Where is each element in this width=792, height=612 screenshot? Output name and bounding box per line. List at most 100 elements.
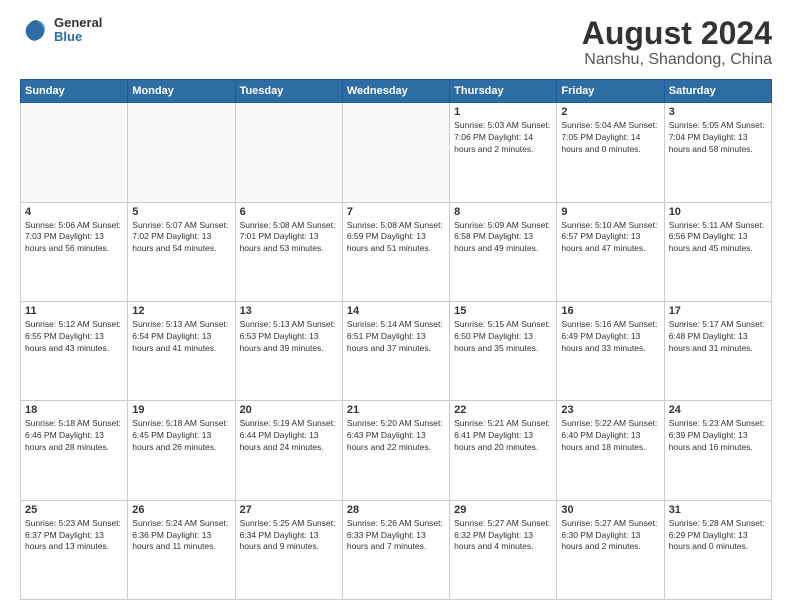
day-number: 25 xyxy=(25,504,123,516)
logo: General Blue xyxy=(20,16,102,45)
day-number: 2 xyxy=(561,106,659,118)
day-info: Sunrise: 5:11 AM Sunset: 6:56 PM Dayligh… xyxy=(669,220,767,256)
day-info: Sunrise: 5:24 AM Sunset: 6:36 PM Dayligh… xyxy=(132,518,230,554)
table-row: 25 Sunrise: 5:23 AM Sunset: 6:37 PM Dayli… xyxy=(21,500,128,599)
day-number: 27 xyxy=(240,504,338,516)
day-info: Sunrise: 5:16 AM Sunset: 6:49 PM Dayligh… xyxy=(561,319,659,355)
col-monday: Monday xyxy=(128,80,235,103)
day-number: 15 xyxy=(454,305,552,317)
day-number: 11 xyxy=(25,305,123,317)
calendar-row: 4 Sunrise: 5:06 AM Sunset: 7:03 PM Daylig… xyxy=(21,202,772,301)
table-row: 16 Sunrise: 5:16 AM Sunset: 6:49 PM Dayli… xyxy=(557,301,664,400)
day-number: 22 xyxy=(454,404,552,416)
day-info: Sunrise: 5:23 AM Sunset: 6:37 PM Dayligh… xyxy=(25,518,123,554)
calendar-row: 18 Sunrise: 5:18 AM Sunset: 6:46 PM Dayli… xyxy=(21,401,772,500)
day-info: Sunrise: 5:28 AM Sunset: 6:29 PM Dayligh… xyxy=(669,518,767,554)
col-saturday: Saturday xyxy=(664,80,771,103)
day-number: 6 xyxy=(240,206,338,218)
day-info: Sunrise: 5:07 AM Sunset: 7:02 PM Dayligh… xyxy=(132,220,230,256)
day-info: Sunrise: 5:05 AM Sunset: 7:04 PM Dayligh… xyxy=(669,120,767,156)
col-thursday: Thursday xyxy=(450,80,557,103)
table-row: 29 Sunrise: 5:27 AM Sunset: 6:32 PM Dayli… xyxy=(450,500,557,599)
table-row: 9 Sunrise: 5:10 AM Sunset: 6:57 PM Daylig… xyxy=(557,202,664,301)
col-wednesday: Wednesday xyxy=(342,80,449,103)
table-row: 3Sunrise: 5:05 AM Sunset: 7:04 PM Daylig… xyxy=(664,103,771,202)
table-row: 20Sunrise: 5:19 AM Sunset: 6:44 PM Dayli… xyxy=(235,401,342,500)
day-number: 16 xyxy=(561,305,659,317)
page: General Blue August 2024 Nanshu, Shandon… xyxy=(0,0,792,612)
day-number: 10 xyxy=(669,206,767,218)
day-info: Sunrise: 5:10 AM Sunset: 6:57 PM Dayligh… xyxy=(561,220,659,256)
day-number: 17 xyxy=(669,305,767,317)
day-info: Sunrise: 5:06 AM Sunset: 7:03 PM Dayligh… xyxy=(25,220,123,256)
table-row xyxy=(128,103,235,202)
day-info: Sunrise: 5:15 AM Sunset: 6:50 PM Dayligh… xyxy=(454,319,552,355)
day-info: Sunrise: 5:13 AM Sunset: 6:53 PM Dayligh… xyxy=(240,319,338,355)
header: General Blue August 2024 Nanshu, Shandon… xyxy=(20,16,772,69)
table-row: 18 Sunrise: 5:18 AM Sunset: 6:46 PM Dayli… xyxy=(21,401,128,500)
table-row: 8 Sunrise: 5:09 AM Sunset: 6:58 PM Daylig… xyxy=(450,202,557,301)
calendar-table: Sunday Monday Tuesday Wednesday Thursday… xyxy=(20,79,772,600)
day-number: 23 xyxy=(561,404,659,416)
col-tuesday: Tuesday xyxy=(235,80,342,103)
day-number: 14 xyxy=(347,305,445,317)
table-row: 19Sunrise: 5:18 AM Sunset: 6:45 PM Dayli… xyxy=(128,401,235,500)
day-info: Sunrise: 5:25 AM Sunset: 6:34 PM Dayligh… xyxy=(240,518,338,554)
table-row: 26 Sunrise: 5:24 AM Sunset: 6:36 PM Dayli… xyxy=(128,500,235,599)
table-row: 31 Sunrise: 5:28 AM Sunset: 6:29 PM Dayli… xyxy=(664,500,771,599)
day-info: Sunrise: 5:22 AM Sunset: 6:40 PM Dayligh… xyxy=(561,418,659,454)
table-row: 6 Sunrise: 5:08 AM Sunset: 7:01 PM Daylig… xyxy=(235,202,342,301)
table-row: 28 Sunrise: 5:26 AM Sunset: 6:33 PM Dayli… xyxy=(342,500,449,599)
day-info: Sunrise: 5:17 AM Sunset: 6:48 PM Dayligh… xyxy=(669,319,767,355)
table-row: 17 Sunrise: 5:17 AM Sunset: 6:48 PM Dayli… xyxy=(664,301,771,400)
day-info: Sunrise: 5:18 AM Sunset: 6:46 PM Dayligh… xyxy=(25,418,123,454)
table-row: 30 Sunrise: 5:27 AM Sunset: 6:30 PM Dayli… xyxy=(557,500,664,599)
day-info: Sunrise: 5:26 AM Sunset: 6:33 PM Dayligh… xyxy=(347,518,445,554)
table-row: 15 Sunrise: 5:15 AM Sunset: 6:50 PM Dayli… xyxy=(450,301,557,400)
title-block: August 2024 Nanshu, Shandong, China xyxy=(582,16,772,69)
day-info: Sunrise: 5:09 AM Sunset: 6:58 PM Dayligh… xyxy=(454,220,552,256)
calendar-row: 1Sunrise: 5:03 AM Sunset: 7:06 PM Daylig… xyxy=(21,103,772,202)
table-row: 1Sunrise: 5:03 AM Sunset: 7:06 PM Daylig… xyxy=(450,103,557,202)
table-row xyxy=(21,103,128,202)
day-info: Sunrise: 5:19 AM Sunset: 6:44 PM Dayligh… xyxy=(240,418,338,454)
table-row xyxy=(342,103,449,202)
calendar-row: 11 Sunrise: 5:12 AM Sunset: 6:55 PM Dayli… xyxy=(21,301,772,400)
day-number: 9 xyxy=(561,206,659,218)
table-row: 5 Sunrise: 5:07 AM Sunset: 7:02 PM Daylig… xyxy=(128,202,235,301)
logo-general: General xyxy=(54,16,102,30)
col-sunday: Sunday xyxy=(21,80,128,103)
logo-text: General Blue xyxy=(54,16,102,45)
table-row: 24Sunrise: 5:23 AM Sunset: 6:39 PM Dayli… xyxy=(664,401,771,500)
day-info: Sunrise: 5:08 AM Sunset: 7:01 PM Dayligh… xyxy=(240,220,338,256)
day-number: 28 xyxy=(347,504,445,516)
day-number: 1 xyxy=(454,106,552,118)
table-row: 27 Sunrise: 5:25 AM Sunset: 6:34 PM Dayli… xyxy=(235,500,342,599)
day-info: Sunrise: 5:12 AM Sunset: 6:55 PM Dayligh… xyxy=(25,319,123,355)
day-info: Sunrise: 5:04 AM Sunset: 7:05 PM Dayligh… xyxy=(561,120,659,156)
day-info: Sunrise: 5:27 AM Sunset: 6:32 PM Dayligh… xyxy=(454,518,552,554)
day-number: 8 xyxy=(454,206,552,218)
sub-title: Nanshu, Shandong, China xyxy=(582,51,772,69)
col-friday: Friday xyxy=(557,80,664,103)
day-number: 29 xyxy=(454,504,552,516)
table-row: 2 Sunrise: 5:04 AM Sunset: 7:05 PM Daylig… xyxy=(557,103,664,202)
table-row: 13Sunrise: 5:13 AM Sunset: 6:53 PM Dayli… xyxy=(235,301,342,400)
day-info: Sunrise: 5:08 AM Sunset: 6:59 PM Dayligh… xyxy=(347,220,445,256)
table-row: 21Sunrise: 5:20 AM Sunset: 6:43 PM Dayli… xyxy=(342,401,449,500)
day-number: 26 xyxy=(132,504,230,516)
day-info: Sunrise: 5:21 AM Sunset: 6:41 PM Dayligh… xyxy=(454,418,552,454)
day-number: 5 xyxy=(132,206,230,218)
table-row: 23 Sunrise: 5:22 AM Sunset: 6:40 PM Dayli… xyxy=(557,401,664,500)
day-number: 31 xyxy=(669,504,767,516)
day-info: Sunrise: 5:27 AM Sunset: 6:30 PM Dayligh… xyxy=(561,518,659,554)
day-number: 4 xyxy=(25,206,123,218)
day-number: 30 xyxy=(561,504,659,516)
table-row: 14 Sunrise: 5:14 AM Sunset: 6:51 PM Dayli… xyxy=(342,301,449,400)
day-info: Sunrise: 5:14 AM Sunset: 6:51 PM Dayligh… xyxy=(347,319,445,355)
day-number: 7 xyxy=(347,206,445,218)
table-row: 4 Sunrise: 5:06 AM Sunset: 7:03 PM Daylig… xyxy=(21,202,128,301)
day-info: Sunrise: 5:20 AM Sunset: 6:43 PM Dayligh… xyxy=(347,418,445,454)
day-number: 18 xyxy=(25,404,123,416)
day-number: 19 xyxy=(132,404,230,416)
